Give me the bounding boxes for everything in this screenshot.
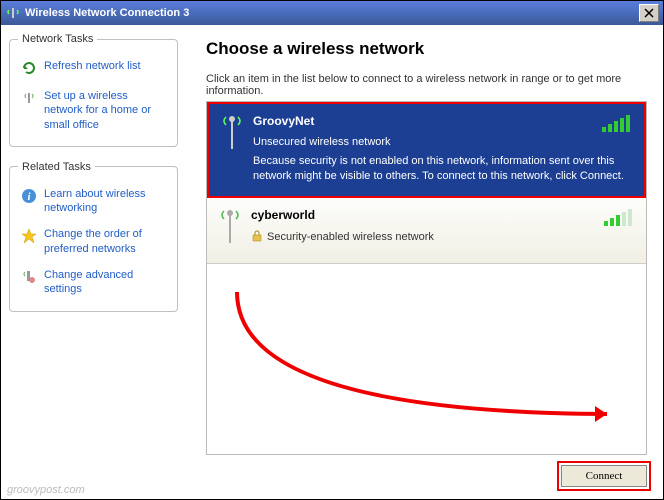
network-list: GroovyNet Unsecured wireless network Bec…: [206, 101, 647, 455]
wifi-icon: [5, 5, 21, 21]
task-label: Refresh network list: [44, 59, 141, 73]
content-area: Network Tasks Refresh network list Set u…: [1, 25, 663, 499]
task-label: Set up a wireless network for a home or …: [44, 89, 167, 132]
network-body: cyberworld Security-enabled wireless net…: [251, 208, 634, 251]
setup-wireless-network[interactable]: Set up a wireless network for a home or …: [18, 83, 169, 138]
antenna-icon: [221, 114, 243, 184]
titlebar: Wireless Network Connection 3: [1, 1, 663, 25]
learn-wireless[interactable]: i Learn about wireless networking: [18, 181, 169, 222]
task-label: Change the order of preferred networks: [44, 227, 167, 256]
antenna-icon: [20, 89, 38, 107]
star-icon: [20, 227, 38, 245]
task-label: Change advanced settings: [44, 268, 167, 297]
watermark: groovypost.com: [7, 484, 85, 496]
change-advanced-settings[interactable]: Change advanced settings: [18, 262, 169, 303]
change-network-order[interactable]: Change the order of preferred networks: [18, 221, 169, 262]
network-status-text: Security-enabled wireless network: [267, 231, 434, 243]
network-item-cyberworld[interactable]: cyberworld Security-enabled wireless net…: [207, 198, 646, 264]
signal-strength-icon: [602, 114, 632, 135]
info-icon: i: [20, 187, 38, 205]
network-status: Security-enabled wireless network: [251, 230, 634, 245]
network-item-groovynet[interactable]: GroovyNet Unsecured wireless network Bec…: [207, 102, 646, 198]
group-legend: Network Tasks: [18, 33, 97, 45]
network-name: cyberworld: [251, 208, 634, 222]
lock-icon: [251, 230, 263, 245]
window: Wireless Network Connection 3 Network Ta…: [0, 0, 664, 500]
related-tasks-group: Related Tasks i Learn about wireless net…: [9, 161, 178, 312]
window-title: Wireless Network Connection 3: [25, 7, 639, 19]
antenna-icon: [219, 208, 241, 251]
group-legend: Related Tasks: [18, 161, 95, 173]
network-body: GroovyNet Unsecured wireless network Bec…: [253, 114, 632, 184]
network-tasks-group: Network Tasks Refresh network list Set u…: [9, 33, 178, 147]
main-panel: Choose a wireless network Click an item …: [186, 25, 663, 499]
settings-icon: [20, 268, 38, 286]
instructions-text: Click an item in the list below to conne…: [206, 73, 647, 97]
footer: Connect: [206, 455, 647, 487]
close-button[interactable]: [639, 4, 659, 22]
task-label: Learn about wireless networking: [44, 187, 167, 216]
connect-button[interactable]: Connect: [561, 465, 647, 487]
refresh-network-list[interactable]: Refresh network list: [18, 53, 169, 83]
signal-strength-icon: [604, 208, 634, 229]
refresh-icon: [20, 59, 38, 77]
page-title: Choose a wireless network: [206, 39, 647, 59]
network-name: GroovyNet: [253, 114, 632, 128]
sidebar: Network Tasks Refresh network list Set u…: [1, 25, 186, 499]
network-description: Because security is not enabled on this …: [253, 154, 632, 184]
network-status: Unsecured wireless network: [253, 136, 632, 148]
